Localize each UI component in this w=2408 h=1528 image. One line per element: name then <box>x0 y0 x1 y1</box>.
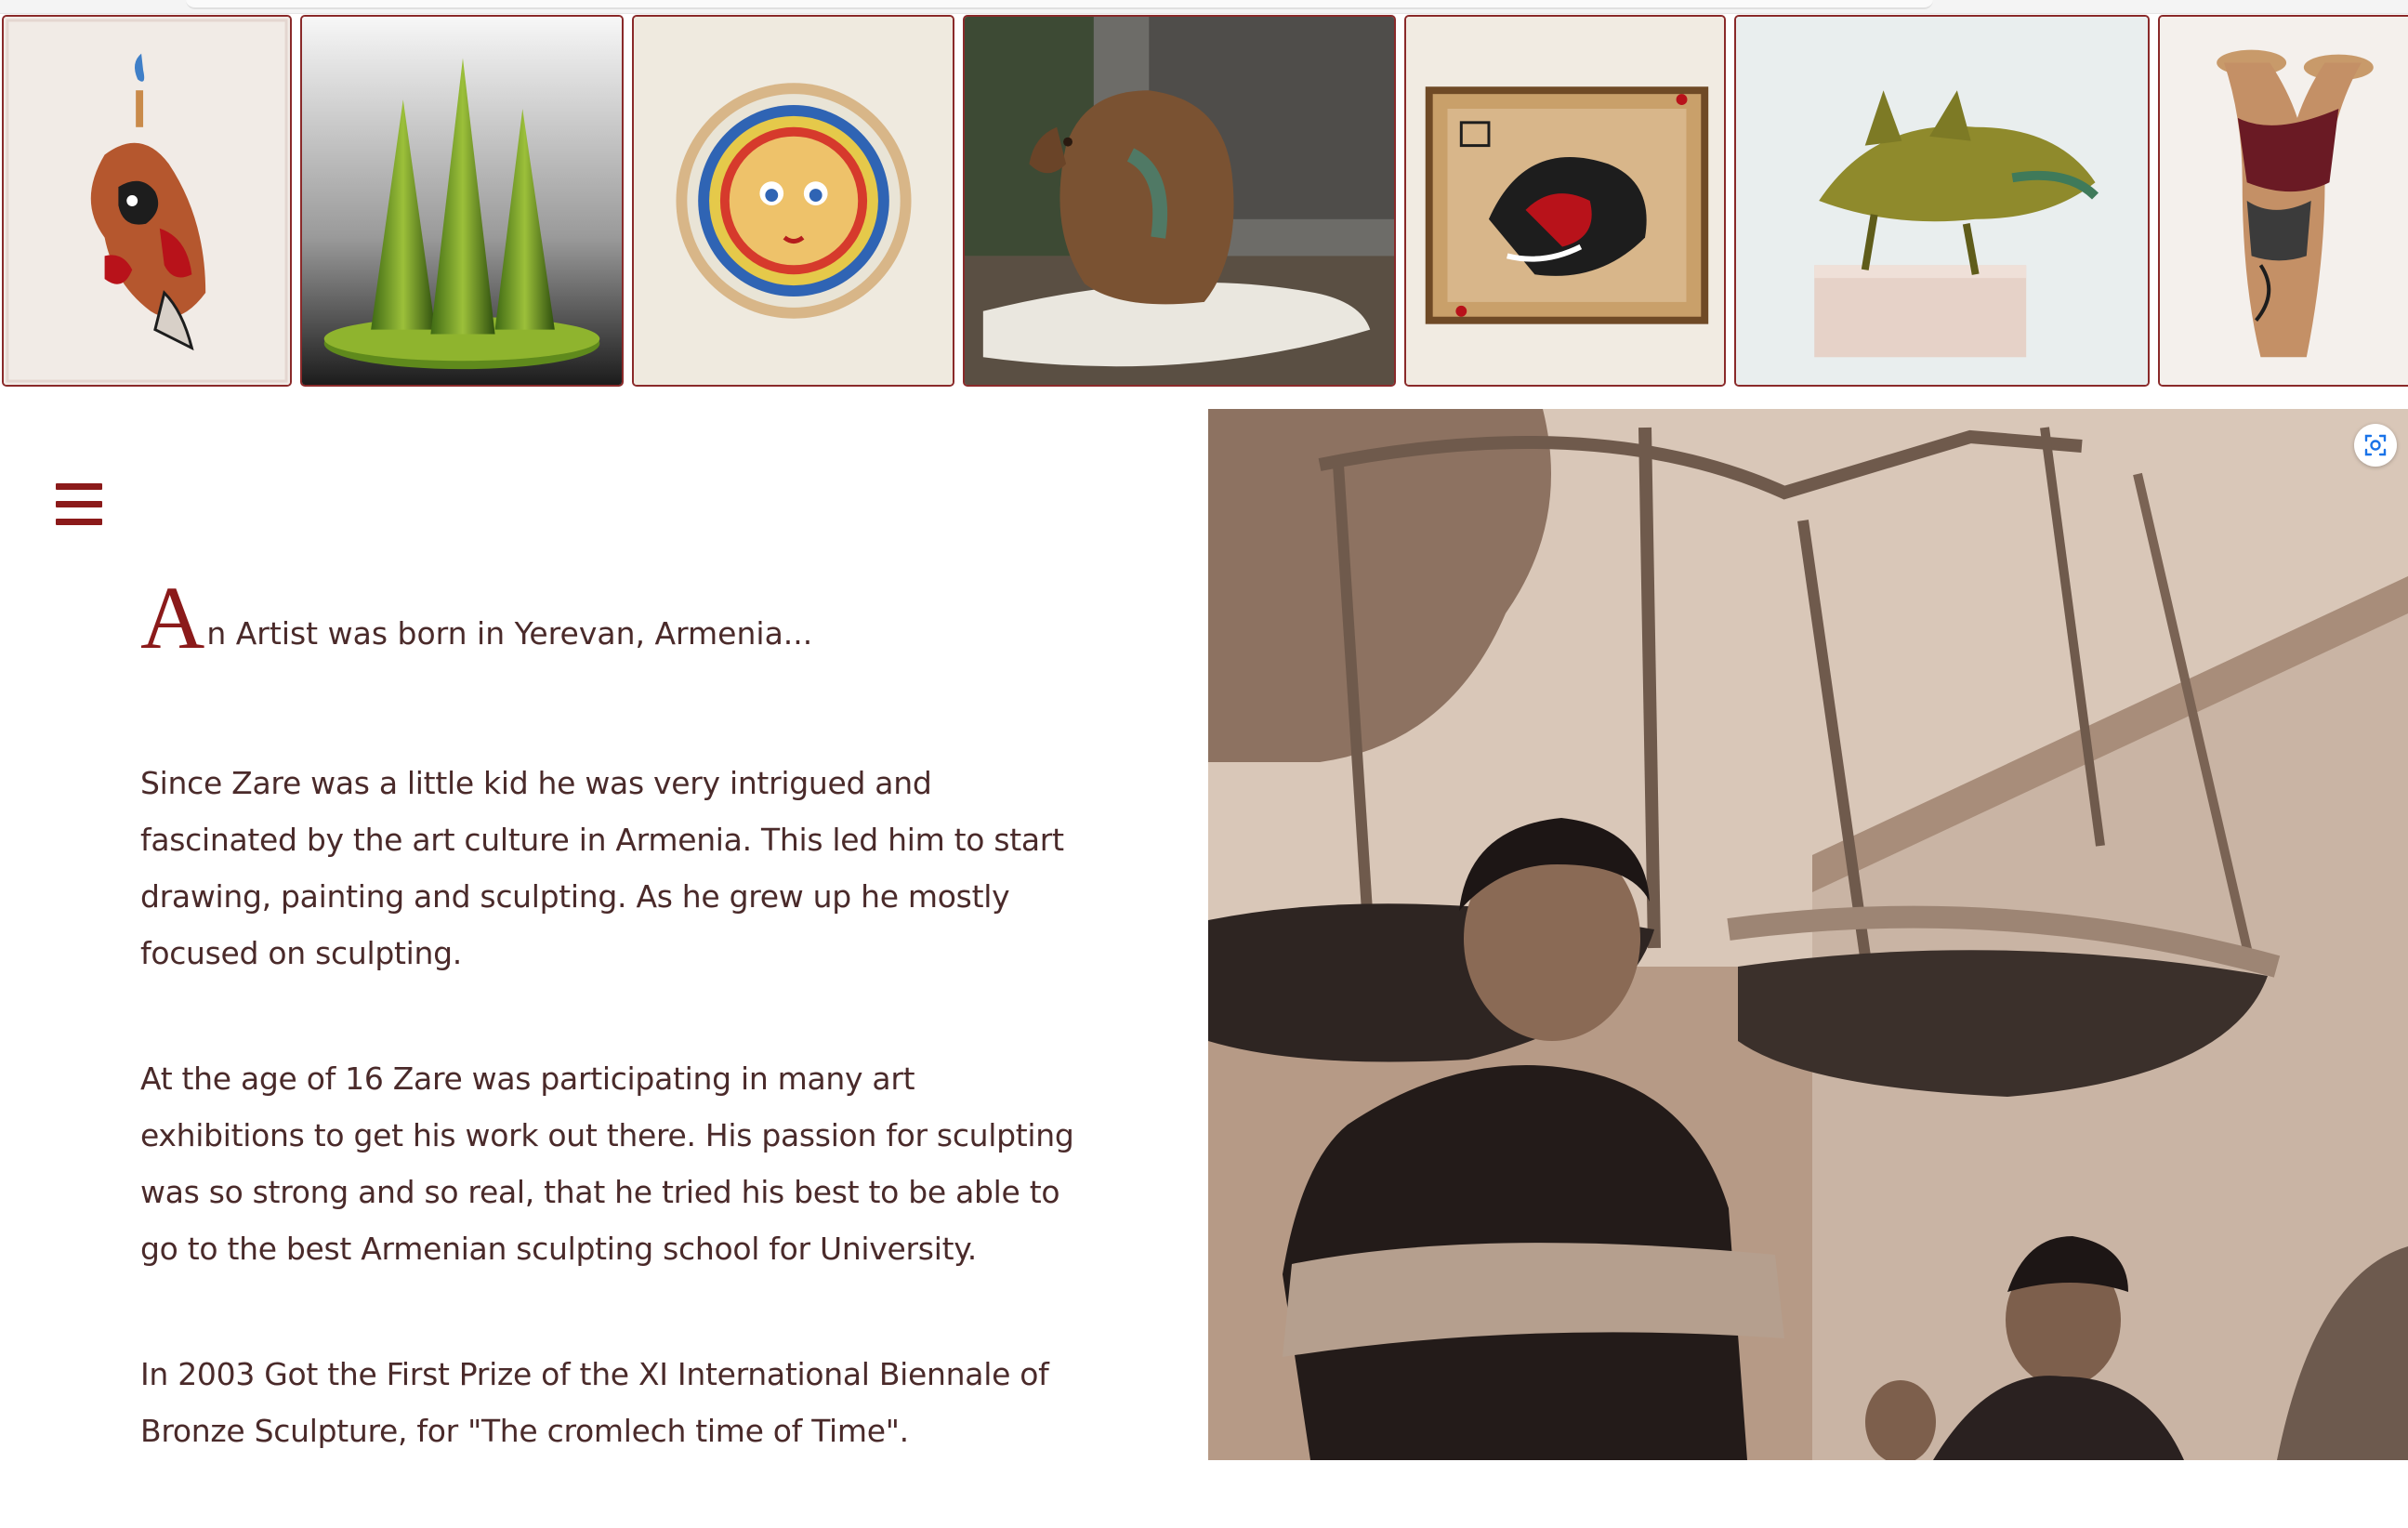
intro-line: An Artist was born in Yerevan, Armenia..… <box>140 573 1079 669</box>
gallery-thumb-green-cones[interactable] <box>300 15 624 387</box>
hamburger-menu-icon[interactable] <box>54 481 104 528</box>
browser-top-edge <box>0 0 2408 14</box>
paragraph-childhood: Since Zare was a little kid he was very … <box>140 765 1064 971</box>
gallery-thumb-framed-bird[interactable] <box>1404 15 1726 387</box>
gallery-thumb-sun-plate[interactable] <box>632 15 954 387</box>
artist-photo <box>1208 409 2408 1460</box>
biography-article: An Artist was born in Yerevan, Armenia..… <box>140 573 1079 1528</box>
paragraph-exhibitions: At the age of 16 Zare was participating … <box>140 1060 1074 1267</box>
address-bar-edge <box>186 0 1933 9</box>
gallery-thumb-bronze-pig[interactable] <box>963 15 1396 387</box>
paragraph-prize: In 2003 Got the First Prize of the XI In… <box>140 1356 1049 1449</box>
dropcap-letter: A <box>140 568 205 667</box>
intro-text: n Artist was born in Yerevan, Armenia... <box>206 615 813 652</box>
gallery-thumb-ceramic-vase[interactable] <box>2158 15 2408 387</box>
gallery-thumb-fish-ornament[interactable] <box>2 15 292 387</box>
visual-search-icon[interactable] <box>2354 424 2397 467</box>
gallery-thumb-bronze-fish[interactable] <box>1734 15 2150 387</box>
artwork-gallery-strip <box>0 14 2408 390</box>
